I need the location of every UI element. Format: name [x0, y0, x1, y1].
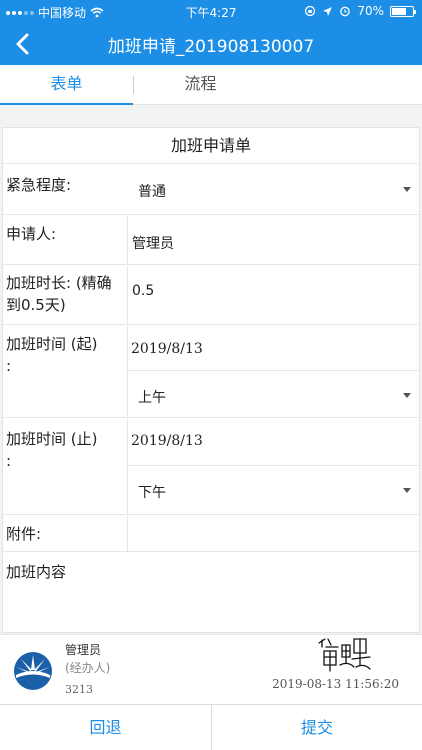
end-date-value: 2019/8/13: [131, 433, 203, 449]
overtime-form: 加班申请单 紧急程度: 普通 申请人: 管理员 加班时长: (精确到0.5天) …: [2, 127, 420, 633]
alarm-icon: [340, 6, 351, 17]
urgency-label: 紧急程度:: [6, 176, 72, 194]
start-period-select[interactable]: 上午: [128, 371, 419, 417]
start-date-value: 2019/8/13: [131, 341, 203, 357]
rollback-button[interactable]: 回退: [0, 705, 211, 750]
start-period-value: 上午: [138, 390, 166, 406]
urgency-value: 普通: [138, 184, 166, 200]
end-time-row: 加班时间 (止) : 2019/8/13 下午: [3, 419, 419, 515]
content-label: 加班内容: [6, 563, 67, 581]
duration-row: 加班时长: (精确到0.5天) 0.5: [3, 266, 419, 325]
handwritten-signature: [318, 638, 371, 672]
content-row: 加班内容: [3, 553, 419, 632]
start-time-row: 加班时间 (起) : 2019/8/13 上午: [3, 326, 419, 418]
page-title: 加班申请_201908130007: [107, 37, 315, 57]
handler-name: 管理员: [65, 643, 102, 657]
form-title: 加班申请单: [3, 128, 419, 164]
start-time-label: 加班时间 (起) :: [6, 335, 98, 375]
status-right: 70%: [304, 4, 416, 18]
content-input[interactable]: [3, 587, 419, 632]
urgency-row: 紧急程度: 普通: [3, 165, 419, 215]
attachment-row: 附件:: [3, 516, 419, 552]
end-period-value: 下午: [138, 485, 166, 501]
end-time-label: 加班时间 (止) :: [6, 430, 98, 470]
rotation-lock-icon: [305, 5, 316, 17]
handler-id: 3213: [65, 683, 93, 696]
applicant-value: 管理员: [132, 236, 174, 252]
battery-icon: [390, 5, 416, 17]
attachment-area[interactable]: [128, 516, 419, 551]
tab-process[interactable]: 流程: [134, 65, 267, 104]
duration-label: 加班时长: (精确到0.5天): [6, 274, 112, 314]
end-period-select[interactable]: 下午: [128, 466, 419, 514]
company-logo-icon: [14, 652, 52, 690]
tab-form[interactable]: 表单: [0, 65, 133, 105]
location-icon: [323, 6, 333, 16]
handler-record: 管理员 (经办人) 3213 2019-08-13 11:56:20: [0, 634, 422, 704]
applicant-row: 申请人: 管理员: [3, 216, 419, 265]
duration-input[interactable]: 0.5: [128, 266, 419, 324]
app-header: 中国移动 下午4:27 70% 加班申请_201908130007: [0, 0, 422, 65]
urgency-select[interactable]: 普通: [128, 165, 419, 214]
attachment-label: 附件:: [6, 525, 42, 543]
action-bar: 回退 提交: [0, 704, 422, 750]
caret-down-icon: [403, 488, 411, 493]
applicant-label: 申请人:: [6, 225, 57, 243]
status-bar: 中国移动 下午4:27 70%: [0, 0, 422, 22]
tab-bar: 表单 流程: [0, 65, 422, 105]
battery-percent: 70%: [357, 4, 384, 18]
submit-button[interactable]: 提交: [211, 705, 422, 750]
caret-down-icon: [403, 393, 411, 398]
nav-bar: 加班申请_201908130007: [0, 22, 422, 65]
duration-value: 0.5: [132, 283, 155, 299]
start-date-input[interactable]: 2019/8/13: [128, 326, 419, 370]
caret-down-icon: [403, 187, 411, 192]
handler-timestamp: 2019-08-13 11:56:20: [272, 677, 399, 691]
end-date-input[interactable]: 2019/8/13: [128, 419, 419, 465]
handler-role: (经办人): [65, 661, 111, 675]
column-divider: [127, 216, 128, 264]
